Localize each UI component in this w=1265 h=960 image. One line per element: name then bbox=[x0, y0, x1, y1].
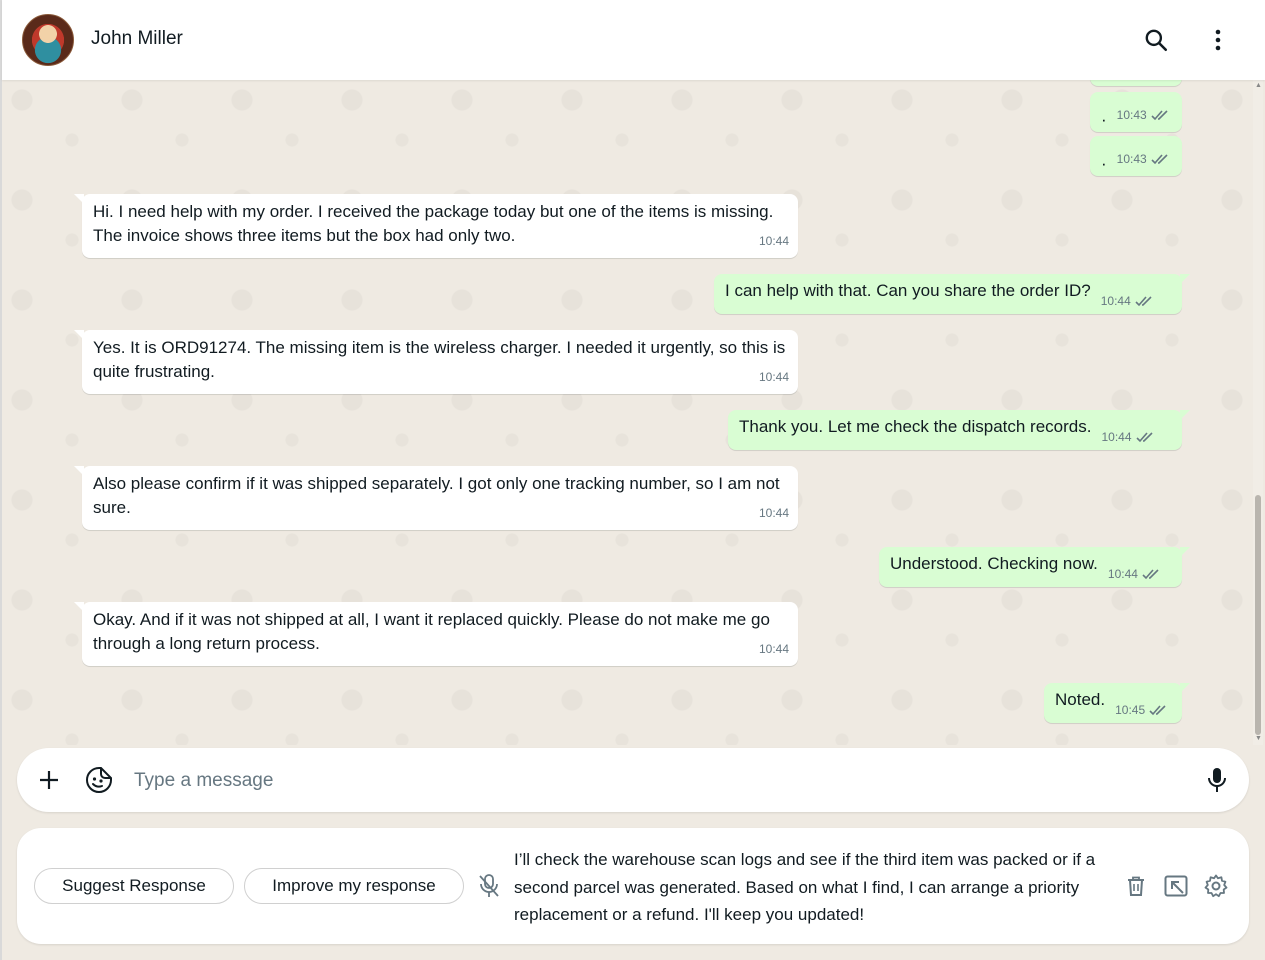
kebab-menu-icon[interactable] bbox=[1202, 24, 1234, 56]
gear-icon[interactable] bbox=[1202, 872, 1230, 900]
message-bubble-outgoing[interactable]: I can help with that. Can you share the … bbox=[714, 274, 1190, 314]
bubble-tail bbox=[1180, 547, 1190, 557]
double-check-icon bbox=[1135, 296, 1152, 307]
bubble-tail bbox=[74, 602, 84, 612]
double-check-icon bbox=[1151, 154, 1168, 165]
response-assistant-panel: Suggest Response Improve my response I’l… bbox=[17, 828, 1249, 944]
message-meta: 10:43 bbox=[1117, 103, 1171, 132]
message-meta: 10:44 bbox=[1108, 552, 1162, 586]
message-bubble-outgoing[interactable]: · 10:43 bbox=[1090, 136, 1182, 176]
message-text: Thank you. Let me check the dispatch rec… bbox=[739, 417, 1092, 436]
double-check-icon bbox=[1151, 110, 1168, 121]
chat-scrollbar[interactable] bbox=[1253, 80, 1263, 745]
message-text: Also please confirm if it was shipped se… bbox=[93, 474, 780, 517]
microphone-off-icon[interactable] bbox=[475, 872, 503, 900]
message-meta: 10:43 bbox=[1117, 147, 1171, 176]
message-text: Okay. And if it was not shipped at all, … bbox=[93, 610, 770, 653]
message-text: Yes. It is ORD91274. The missing item is… bbox=[93, 338, 786, 381]
message-bubble-outgoing[interactable]: · 10:43 bbox=[1090, 92, 1182, 132]
double-check-icon bbox=[1149, 705, 1166, 716]
message-meta: 10:44 bbox=[1101, 279, 1155, 313]
message-text: Understood. Checking now. bbox=[890, 554, 1098, 573]
message-time: 10:44 bbox=[758, 234, 789, 248]
insert-into-composer-icon[interactable] bbox=[1162, 872, 1190, 900]
suggest-response-button[interactable]: Suggest Response bbox=[34, 868, 234, 904]
bubble-tail bbox=[74, 330, 84, 340]
contact-name[interactable]: John Miller bbox=[91, 28, 183, 50]
suggested-response-text[interactable]: I’ll check the warehouse scan logs and s… bbox=[514, 846, 1114, 929]
attach-plus-icon[interactable] bbox=[33, 764, 65, 796]
message-meta: 10:44 bbox=[1101, 415, 1155, 449]
message-bubble-outgoing-partial[interactable] bbox=[1090, 80, 1182, 86]
scroll-up-arrow-icon[interactable]: ▲ bbox=[1255, 82, 1262, 89]
message-bubble-outgoing[interactable]: Understood. Checking now. 10:44 bbox=[879, 547, 1190, 587]
message-time: 10:44 bbox=[1100, 294, 1131, 308]
bubble-tail bbox=[74, 194, 84, 204]
message-text: I can help with that. Can you share the … bbox=[725, 281, 1091, 300]
message-bubble-incoming[interactable]: Okay. And if it was not shipped at all, … bbox=[74, 602, 798, 666]
message-text: Noted. bbox=[1055, 690, 1106, 709]
double-check-icon bbox=[1135, 432, 1153, 443]
message-composer bbox=[17, 748, 1249, 812]
message-input[interactable] bbox=[132, 764, 1196, 798]
message-time: 10:44 bbox=[758, 370, 789, 384]
message-list[interactable]: · 10:43 · 10:43 Hi. I need help with my … bbox=[2, 80, 1252, 745]
message-text: · bbox=[1101, 110, 1107, 129]
bubble-tail bbox=[1180, 410, 1190, 420]
message-bubble-incoming[interactable]: Yes. It is ORD91274. The missing item is… bbox=[74, 330, 798, 394]
message-bubble-outgoing[interactable]: Thank you. Let me check the dispatch rec… bbox=[728, 410, 1190, 450]
chat-header: John Miller bbox=[2, 0, 1265, 80]
double-check-icon bbox=[1142, 569, 1159, 580]
message-time: 10:43 bbox=[1116, 152, 1147, 166]
trash-icon[interactable] bbox=[1122, 872, 1150, 900]
message-bubble-outgoing[interactable]: Noted. 10:45 bbox=[1044, 683, 1190, 723]
message-text: · bbox=[1101, 154, 1107, 173]
scroll-down-arrow-icon[interactable]: ▼ bbox=[1255, 735, 1262, 742]
bubble-tail bbox=[74, 466, 84, 476]
message-time: 10:43 bbox=[1116, 108, 1147, 122]
bubble-tail bbox=[1180, 274, 1190, 284]
microphone-icon[interactable] bbox=[1201, 764, 1233, 796]
message-time: 10:44 bbox=[1107, 567, 1138, 581]
improve-response-button[interactable]: Improve my response bbox=[244, 868, 464, 904]
message-time: 10:44 bbox=[1101, 430, 1132, 444]
search-icon[interactable] bbox=[1140, 24, 1172, 56]
message-time: 10:45 bbox=[1115, 703, 1146, 717]
message-bubble-incoming[interactable]: Hi. I need help with my order. I receive… bbox=[74, 194, 798, 258]
message-time: 10:44 bbox=[758, 506, 789, 520]
sticker-icon[interactable] bbox=[83, 764, 115, 796]
message-text: Hi. I need help with my order. I receive… bbox=[93, 202, 774, 245]
message-meta: 10:45 bbox=[1115, 688, 1169, 722]
message-time: 10:44 bbox=[758, 642, 789, 656]
message-bubble-incoming[interactable]: Also please confirm if it was shipped se… bbox=[74, 466, 798, 530]
bubble-tail bbox=[1180, 683, 1190, 693]
avatar[interactable] bbox=[22, 14, 74, 66]
scrollbar-thumb[interactable] bbox=[1255, 495, 1261, 735]
